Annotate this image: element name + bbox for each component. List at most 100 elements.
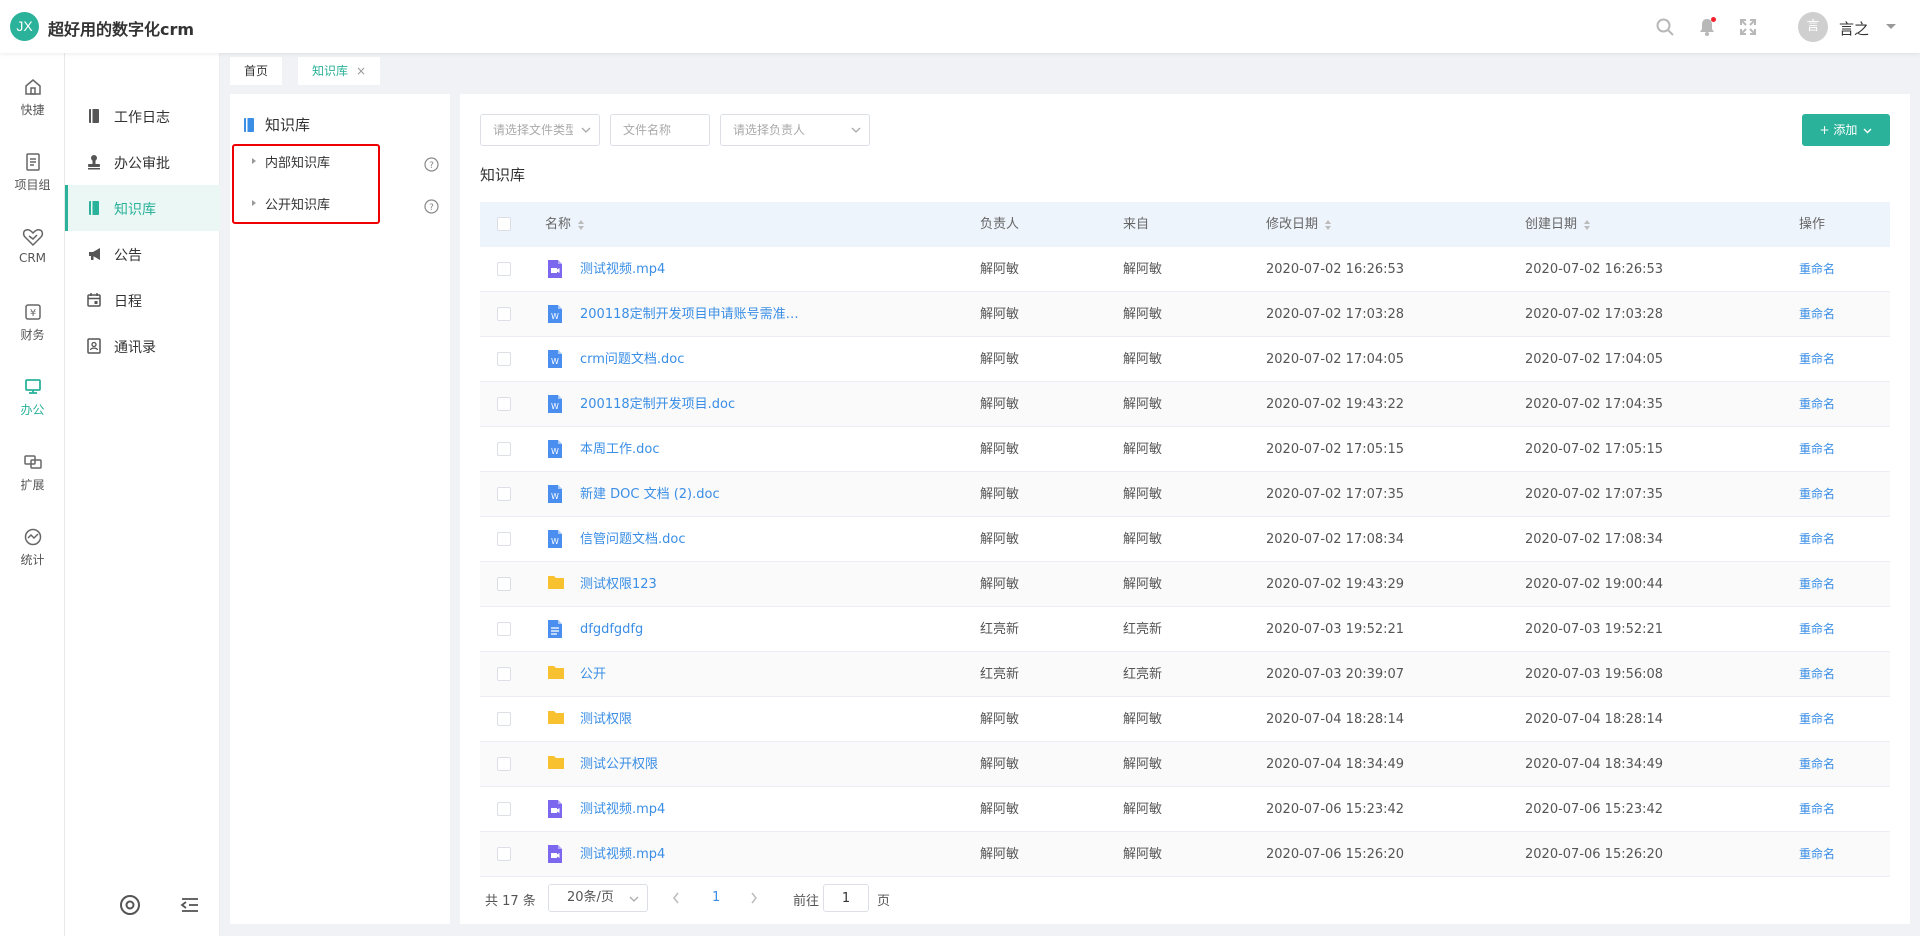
row-checkbox[interactable] [497, 757, 511, 771]
column-header-name[interactable]: 名称 [545, 202, 585, 247]
file-name-link[interactable]: 测试公开权限 [580, 742, 810, 787]
row-checkbox[interactable] [497, 622, 511, 636]
file-name-input[interactable]: 文件名称 [610, 114, 710, 146]
rename-link[interactable]: 重命名 [1799, 742, 1835, 787]
file-name-link[interactable]: 测试视频.mp4 [580, 247, 810, 292]
table-row[interactable]: dfgdfgdfg 红亮新 红亮新 2020-07-03 19:52:21 2020-0… [480, 607, 1890, 652]
row-checkbox[interactable] [497, 262, 511, 276]
rename-link[interactable]: 重命名 [1799, 697, 1835, 742]
file-name-link[interactable]: 测试权限 [580, 697, 810, 742]
file-name-link[interactable]: 新建 DOC 文档 (2).doc [580, 472, 810, 517]
table-row[interactable]: 测试视频.mp4 解阿敏 解阿敏 2020-07-06 15:26:20 2020-07… [480, 832, 1890, 877]
table-row[interactable]: W 200118定制开发项目申请账号需准备... 解阿敏 解阿敏 2020-07-02… [480, 292, 1890, 337]
rename-link[interactable]: 重命名 [1799, 337, 1835, 382]
submenu-item-journal[interactable]: 工作日志 [65, 93, 220, 139]
fullscreen-icon[interactable] [1738, 17, 1758, 37]
submenu-item-contacts[interactable]: 通讯录 [65, 323, 220, 369]
submenu-item-schedule[interactable]: 日程 [65, 277, 220, 323]
file-name-link[interactable]: 信管问题文档.doc [580, 517, 810, 562]
app-logo[interactable]: JX [10, 12, 39, 41]
rename-link[interactable]: 重命名 [1799, 787, 1835, 832]
submenu-item-approval[interactable]: 办公审批 [65, 139, 220, 185]
add-button[interactable]: + 添加 [1802, 114, 1890, 146]
row-checkbox[interactable] [497, 442, 511, 456]
next-page-icon[interactable] [750, 892, 758, 904]
current-page[interactable]: 1 [712, 890, 720, 905]
row-checkbox[interactable] [497, 577, 511, 591]
row-checkbox[interactable] [497, 487, 511, 501]
rail-item-finance[interactable]: ¥ 财务 [0, 302, 65, 362]
row-checkbox[interactable] [497, 397, 511, 411]
rename-link[interactable]: 重命名 [1799, 382, 1835, 427]
select-all-checkbox[interactable] [497, 217, 511, 231]
table-row[interactable]: Wcrm问题文档.doc 解阿敏 解阿敏 2020-07-02 17:04:05 202… [480, 337, 1890, 382]
file-name-link[interactable]: 200118定制开发项目申请账号需准备... [580, 292, 810, 337]
chevron-down-icon[interactable] [1885, 23, 1897, 31]
table-row[interactable]: 测试权限 解阿敏 解阿敏 2020-07-04 18:28:14 2020-07-04 … [480, 697, 1890, 742]
table-row[interactable]: 测试公开权限 解阿敏 解阿敏 2020-07-04 18:34:49 2020-07-0… [480, 742, 1890, 787]
table-row[interactable]: W 本周工作.doc 解阿敏 解阿敏 2020-07-02 17:05:15 2020-0… [480, 427, 1890, 472]
help-icon[interactable]: ? [424, 157, 439, 172]
row-checkbox[interactable] [497, 532, 511, 546]
rename-link[interactable]: 重命名 [1799, 832, 1835, 877]
file-name-link[interactable]: 测试权限123 [580, 562, 810, 607]
file-name-link[interactable]: 测试视频.mp4 [580, 832, 810, 877]
goto-page-input[interactable] [823, 884, 869, 912]
submenu-item-knowledge[interactable]: 知识库 [65, 185, 220, 231]
table-row[interactable]: W 新建 DOC 文档 (2).doc 解阿敏 解阿敏 2020-07-02 17:07… [480, 472, 1890, 517]
row-checkbox[interactable] [497, 847, 511, 861]
column-header-modified[interactable]: 修改日期 [1266, 202, 1332, 247]
notification-bell-icon[interactable] [1697, 17, 1717, 37]
rename-link[interactable]: 重命名 [1799, 292, 1835, 337]
row-checkbox[interactable] [497, 667, 511, 681]
sort-icon[interactable] [1324, 219, 1332, 231]
prev-page-icon[interactable] [672, 892, 680, 904]
rail-item-office[interactable]: 办公 [0, 377, 65, 437]
search-icon[interactable] [1655, 17, 1675, 37]
help-icon[interactable]: ? [424, 199, 439, 214]
word-file-icon: W [547, 484, 563, 504]
file-name-link[interactable]: 测试视频.mp4 [580, 787, 810, 832]
rename-link[interactable]: 重命名 [1799, 517, 1835, 562]
file-name-link[interactable]: dfgdfgdfg [580, 607, 810, 652]
table-row[interactable]: 测试权限123 解阿敏 解阿敏 2020-07-02 19:43:29 2020-07-… [480, 562, 1890, 607]
rename-link[interactable]: 重命名 [1799, 607, 1835, 652]
rail-item-stats[interactable]: 统计 [0, 527, 65, 587]
file-name-link[interactable]: 公开 [580, 652, 810, 697]
table-row[interactable]: 公开 红亮新 红亮新 2020-07-03 20:39:07 2020-07-03 19… [480, 652, 1890, 697]
collapse-menu-icon[interactable] [178, 893, 202, 917]
column-header-created[interactable]: 创建日期 [1525, 202, 1591, 247]
rail-item-crm[interactable]: CRM [0, 227, 65, 287]
rename-link[interactable]: 重命名 [1799, 562, 1835, 607]
settings-icon[interactable] [118, 893, 142, 917]
owner-select[interactable]: 请选择负责人 [720, 114, 870, 146]
row-checkbox[interactable] [497, 712, 511, 726]
table-row[interactable]: W 200118定制开发项目.doc 解阿敏 解阿敏 2020-07-02 19:43:… [480, 382, 1890, 427]
user-name[interactable]: 言之 [1839, 18, 1869, 39]
rail-item-extend[interactable]: 扩展 [0, 452, 65, 512]
file-type-select[interactable]: 请选择文件类型 [480, 114, 600, 146]
table-row[interactable]: W 信管问题文档.doc 解阿敏 解阿敏 2020-07-02 17:08:34 2020… [480, 517, 1890, 562]
page-size-select[interactable]: 20条/页 [548, 884, 648, 912]
submenu-item-notice[interactable]: 公告 [65, 231, 220, 277]
row-checkbox[interactable] [497, 802, 511, 816]
row-checkbox[interactable] [497, 352, 511, 366]
rename-link[interactable]: 重命名 [1799, 652, 1835, 697]
sort-icon[interactable] [1583, 219, 1591, 231]
rename-link[interactable]: 重命名 [1799, 472, 1835, 517]
file-name-link[interactable]: crm问题文档.doc [580, 337, 810, 382]
file-name-link[interactable]: 200118定制开发项目.doc [580, 382, 810, 427]
sort-icon[interactable] [577, 219, 585, 231]
row-checkbox[interactable] [497, 307, 511, 321]
tab-knowledge[interactable]: 知识库 × [298, 57, 381, 85]
table-row[interactable]: 测试视频.mp4 解阿敏 解阿敏 2020-07-02 16:26:53 2020-07… [480, 247, 1890, 292]
close-icon[interactable]: × [356, 64, 366, 78]
rail-item-quick[interactable]: 快捷 [0, 77, 65, 137]
file-name-link[interactable]: 本周工作.doc [580, 427, 810, 472]
rename-link[interactable]: 重命名 [1799, 427, 1835, 472]
table-row[interactable]: 测试视频.mp4 解阿敏 解阿敏 2020-07-06 15:23:42 2020-07… [480, 787, 1890, 832]
user-avatar[interactable]: 言 [1798, 12, 1828, 42]
rail-item-project[interactable]: 项目组 [0, 152, 65, 212]
tab-home[interactable]: 首页 [230, 57, 283, 85]
rename-link[interactable]: 重命名 [1799, 247, 1835, 292]
